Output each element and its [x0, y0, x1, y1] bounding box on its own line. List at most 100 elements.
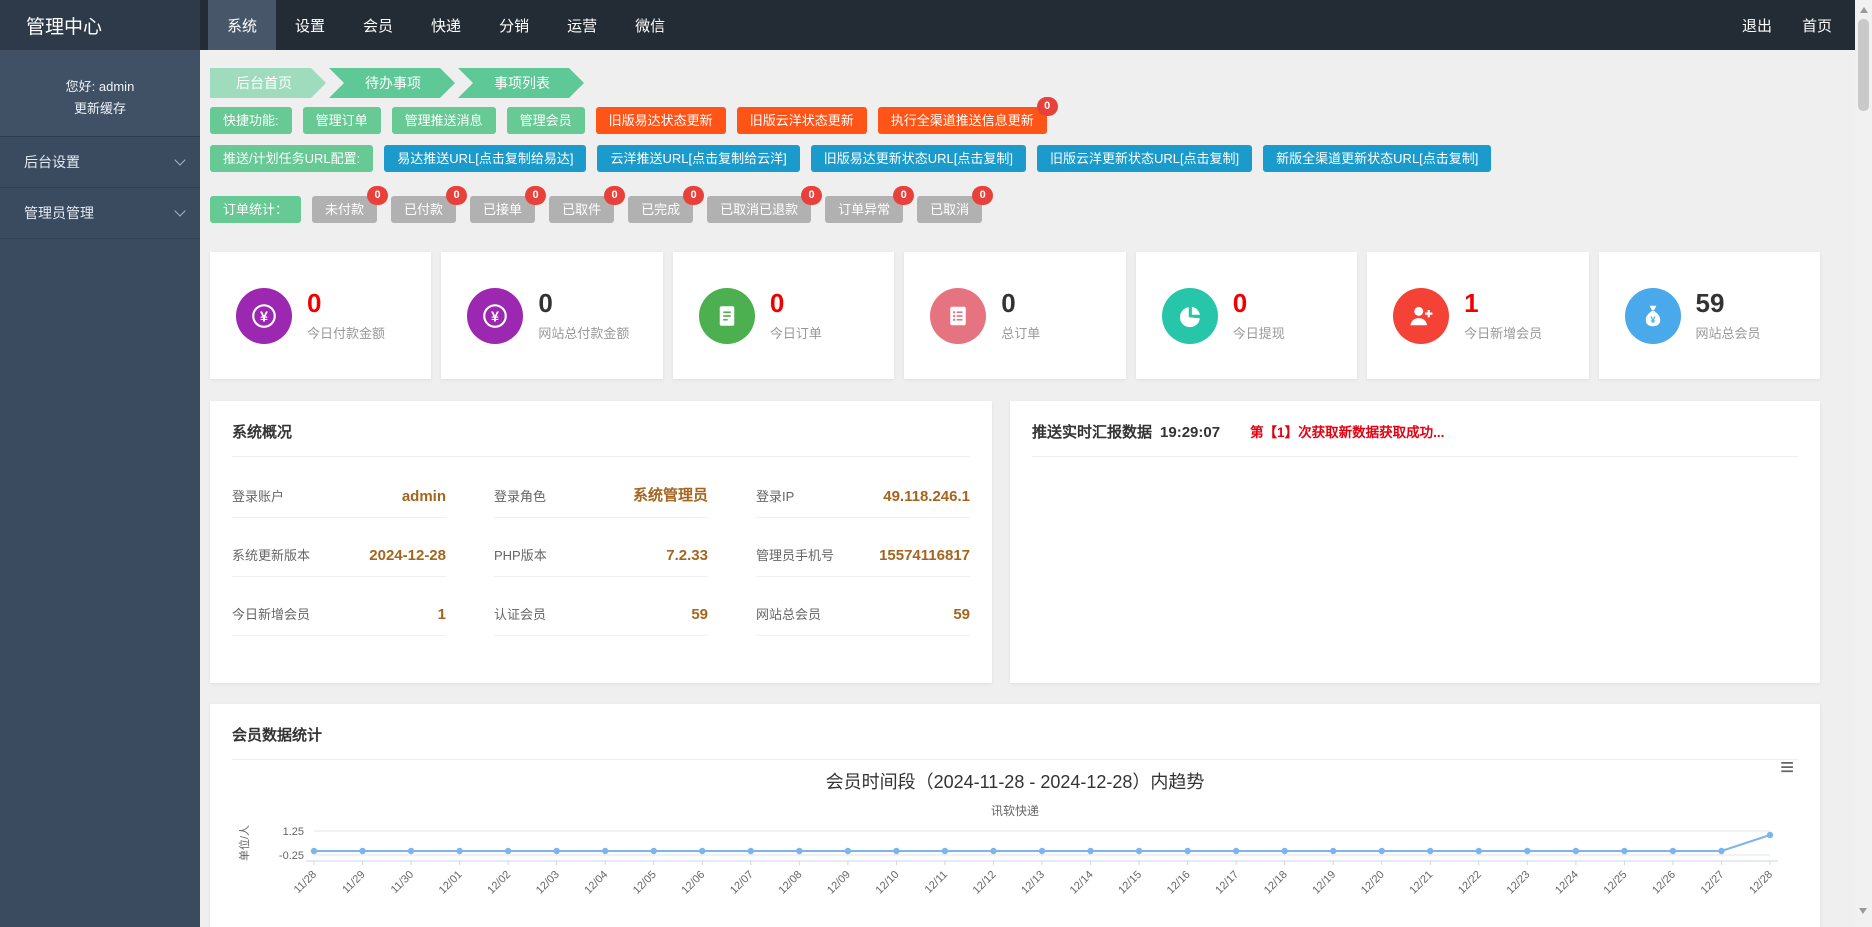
overview-label: 登录角色	[494, 486, 546, 505]
stat-card-info: 59网站总会员	[1696, 289, 1761, 342]
order-stat[interactable]: 已取消0	[917, 196, 982, 223]
overview-value: 59	[691, 606, 708, 623]
svg-text:12/21: 12/21	[1407, 869, 1435, 897]
nav-item[interactable]: 运营	[548, 0, 616, 50]
order-stat[interactable]: 已取件0	[549, 196, 614, 223]
sidebar-item[interactable]: 后台设置	[0, 137, 200, 188]
status-update-button[interactable]: 旧版易达状态更新	[596, 107, 726, 134]
svg-text:12/08: 12/08	[777, 869, 805, 897]
svg-text:¥: ¥	[260, 309, 268, 325]
overview-label: PHP版本	[494, 545, 547, 564]
overview-value: 15574116817	[879, 547, 970, 564]
chart-menu-button[interactable]: ≡	[1780, 756, 1794, 780]
overview-item: 认证会员 59	[494, 577, 708, 636]
member-stats-panel: 会员数据统计 会员时间段（2024-11-28 - 2024-12-28）内趋势…	[210, 704, 1820, 927]
nav-item[interactable]: 快递	[412, 0, 480, 50]
status-update-button[interactable]: 执行全渠道推送信息更新0	[878, 107, 1047, 134]
nav-item[interactable]: 设置	[276, 0, 344, 50]
stat-card: 0今日提现	[1136, 252, 1357, 379]
svg-text:12/04: 12/04	[582, 869, 610, 897]
breadcrumb-step[interactable]: 事项列表	[458, 68, 584, 98]
overview-label: 认证会员	[494, 604, 546, 623]
stat-card-info: 0今日提现	[1233, 289, 1285, 342]
order-stat[interactable]: 未付款0	[312, 196, 377, 223]
system-overview-panel: 系统概况 登录账户admin登录角色系统管理员登录IP49.118.246.1系…	[210, 401, 992, 683]
stat-value: 0	[307, 289, 385, 318]
overview-label: 系统更新版本	[232, 545, 310, 564]
overview-item: PHP版本 7.2.33	[494, 518, 708, 577]
document-icon	[699, 288, 755, 344]
chevron-down-icon	[174, 206, 185, 217]
url-copy-button[interactable]: 旧版云洋更新状态URL[点击复制]	[1037, 145, 1252, 172]
scrollbar-thumb[interactable]	[1858, 19, 1869, 111]
url-copy-button[interactable]: 易达推送URL[点击复制给易达]	[384, 145, 586, 172]
count-badge: 0	[972, 186, 993, 205]
svg-text:11/28: 11/28	[292, 869, 319, 896]
svg-text:12/03: 12/03	[534, 869, 562, 897]
sidebar-item[interactable]: 管理员管理	[0, 188, 200, 239]
yen-icon: ¥	[467, 288, 523, 344]
url-copy-button[interactable]: 旧版易达更新状态URL[点击复制]	[811, 145, 1026, 172]
count-badge: 0	[367, 186, 388, 205]
stat-value: 0	[1001, 289, 1040, 318]
overview-title: 系统概况	[232, 421, 970, 442]
update-cache-link[interactable]: 更新缓存	[0, 98, 200, 120]
quick-action-button[interactable]: 管理会员	[507, 107, 585, 134]
count-badge: 0	[604, 186, 625, 205]
quick-action-button[interactable]: 管理推送消息	[392, 107, 496, 134]
nav-item[interactable]: 会员	[344, 0, 412, 50]
url-copy-button[interactable]: 云洋推送URL[点击复制给云洋]	[597, 145, 799, 172]
overview-label: 网站总会员	[756, 604, 821, 623]
order-stat[interactable]: 已接单0	[470, 196, 535, 223]
user-block: 您好: admin 更新缓存	[0, 50, 200, 137]
breadcrumb-step[interactable]: 待办事项	[329, 68, 455, 98]
user-add-icon	[1393, 288, 1449, 344]
stat-card-info: 0网站总付款金额	[538, 289, 629, 342]
sidebar-item-label: 管理员管理	[24, 203, 94, 223]
svg-text:12/11: 12/11	[923, 869, 950, 896]
scroll-down-icon[interactable]	[1859, 908, 1867, 914]
url-copy-button[interactable]: 新版全渠道更新状态URL[点击复制]	[1263, 145, 1491, 172]
overview-value: 系统管理员	[633, 484, 708, 505]
svg-text:12/25: 12/25	[1602, 869, 1630, 897]
stat-label: 今日新增会员	[1464, 323, 1542, 342]
scroll-up-icon[interactable]	[1860, 7, 1868, 13]
overview-label: 登录账户	[232, 486, 284, 505]
quick-functions-label: 快捷功能:	[210, 107, 292, 134]
overview-value: 7.2.33	[666, 547, 708, 564]
overview-item: 管理员手机号15574116817	[756, 518, 970, 577]
order-stat[interactable]: 已取消已退款0	[707, 196, 811, 223]
svg-text:12/13: 12/13	[1019, 869, 1047, 897]
order-stat[interactable]: 已完成0	[628, 196, 693, 223]
nav-item[interactable]: 系统	[208, 0, 276, 50]
home-link[interactable]: 首页	[1802, 15, 1832, 36]
svg-text:12/23: 12/23	[1505, 869, 1533, 897]
nav-item[interactable]: 分销	[480, 0, 548, 50]
push-report-panel: 推送实时汇报数据 19:29:07 第【1】次获取新数据获取成功...	[1010, 401, 1820, 683]
vertical-scrollbar[interactable]	[1855, 0, 1872, 927]
svg-text:11/30: 11/30	[389, 869, 416, 896]
member-panel-title: 会员数据统计	[232, 724, 1798, 745]
top-navbar: 管理中心 系统设置会员快递分销运营微信 退出首页	[0, 0, 1872, 50]
breadcrumb-step[interactable]: 后台首页	[210, 68, 326, 98]
nav-item[interactable]: 微信	[616, 0, 684, 50]
svg-text:12/26: 12/26	[1650, 869, 1678, 897]
stat-cards: ¥0今日付款金额¥0网站总付款金额0今日订单0总订单0今日提现1今日新增会员¥5…	[210, 252, 1820, 379]
order-stat[interactable]: 订单异常0	[825, 196, 903, 223]
svg-text:¥: ¥	[491, 309, 499, 325]
overview-value: 49.118.246.1	[883, 488, 970, 505]
count-badge: 0	[801, 186, 822, 205]
quick-actions-row: 快捷功能: 管理订单管理推送消息管理会员旧版易达状态更新旧版云洋状态更新执行全渠道…	[210, 107, 1820, 134]
stat-card: 0总订单	[904, 252, 1125, 379]
quick-action-button[interactable]: 管理订单	[303, 107, 381, 134]
svg-text:12/18: 12/18	[1262, 869, 1290, 897]
logout-link[interactable]: 退出	[1742, 15, 1772, 36]
svg-text:12/24: 12/24	[1553, 869, 1581, 897]
order-stats-label: 订单统计：	[210, 196, 301, 223]
count-badge: 0	[525, 186, 546, 205]
stat-value: 59	[1696, 289, 1761, 318]
overview-value: 2024-12-28	[369, 547, 446, 564]
push-time: 19:29:07	[1160, 424, 1220, 441]
order-stat[interactable]: 已付款0	[391, 196, 456, 223]
status-update-button[interactable]: 旧版云洋状态更新	[737, 107, 867, 134]
